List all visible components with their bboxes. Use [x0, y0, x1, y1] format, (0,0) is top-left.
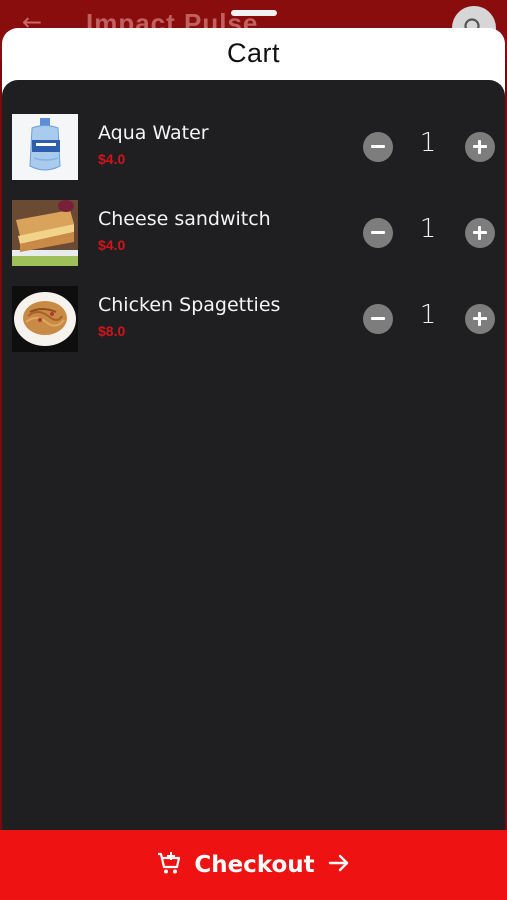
item-price: $8.0	[98, 323, 126, 339]
item-quantity: 1	[419, 300, 437, 330]
plus-icon-vertical	[478, 226, 481, 240]
minus-icon	[371, 145, 385, 148]
item-name: Cheese sandwitch	[98, 208, 271, 230]
decrease-quantity-button[interactable]	[363, 218, 393, 248]
item-name: Chicken Spagetties	[98, 294, 281, 316]
minus-icon	[371, 317, 385, 320]
item-quantity: 1	[419, 214, 437, 244]
increase-quantity-button[interactable]	[465, 218, 495, 248]
item-price: $4.0	[98, 237, 126, 253]
plus-icon-vertical	[478, 312, 481, 326]
minus-icon	[371, 231, 385, 234]
arrow-right-icon	[327, 851, 351, 879]
item-price: $4.0	[98, 151, 126, 167]
sheet-title: Cart	[226, 38, 280, 68]
water-jug-image	[12, 114, 78, 180]
checkout-label: Checkout	[194, 852, 315, 878]
spaghetti-image	[12, 286, 78, 352]
decrease-quantity-button[interactable]	[363, 132, 393, 162]
cart-item: Aqua Water $4.0 1	[2, 114, 505, 180]
sheet-drag-handle[interactable]	[231, 10, 277, 16]
cart-item: Cheese sandwitch $4.0 1	[2, 200, 505, 266]
item-quantity: 1	[419, 128, 437, 158]
increase-quantity-button[interactable]	[465, 132, 495, 162]
item-name: Aqua Water	[98, 122, 209, 144]
checkout-button[interactable]: Checkout	[0, 830, 507, 900]
cart-item: Chicken Spagetties $8.0 1	[2, 286, 505, 352]
cart-add-icon	[156, 850, 182, 880]
cart-list: Aqua Water $4.0 1 Cheese sandwitch $4.0 …	[2, 80, 505, 832]
plus-icon-vertical	[478, 140, 481, 154]
increase-quantity-button[interactable]	[465, 304, 495, 334]
sandwich-image	[12, 200, 78, 266]
cart-sheet: Cart Aqua Water $4.0 1 Cheese sandwitch …	[2, 28, 505, 900]
decrease-quantity-button[interactable]	[363, 304, 393, 334]
